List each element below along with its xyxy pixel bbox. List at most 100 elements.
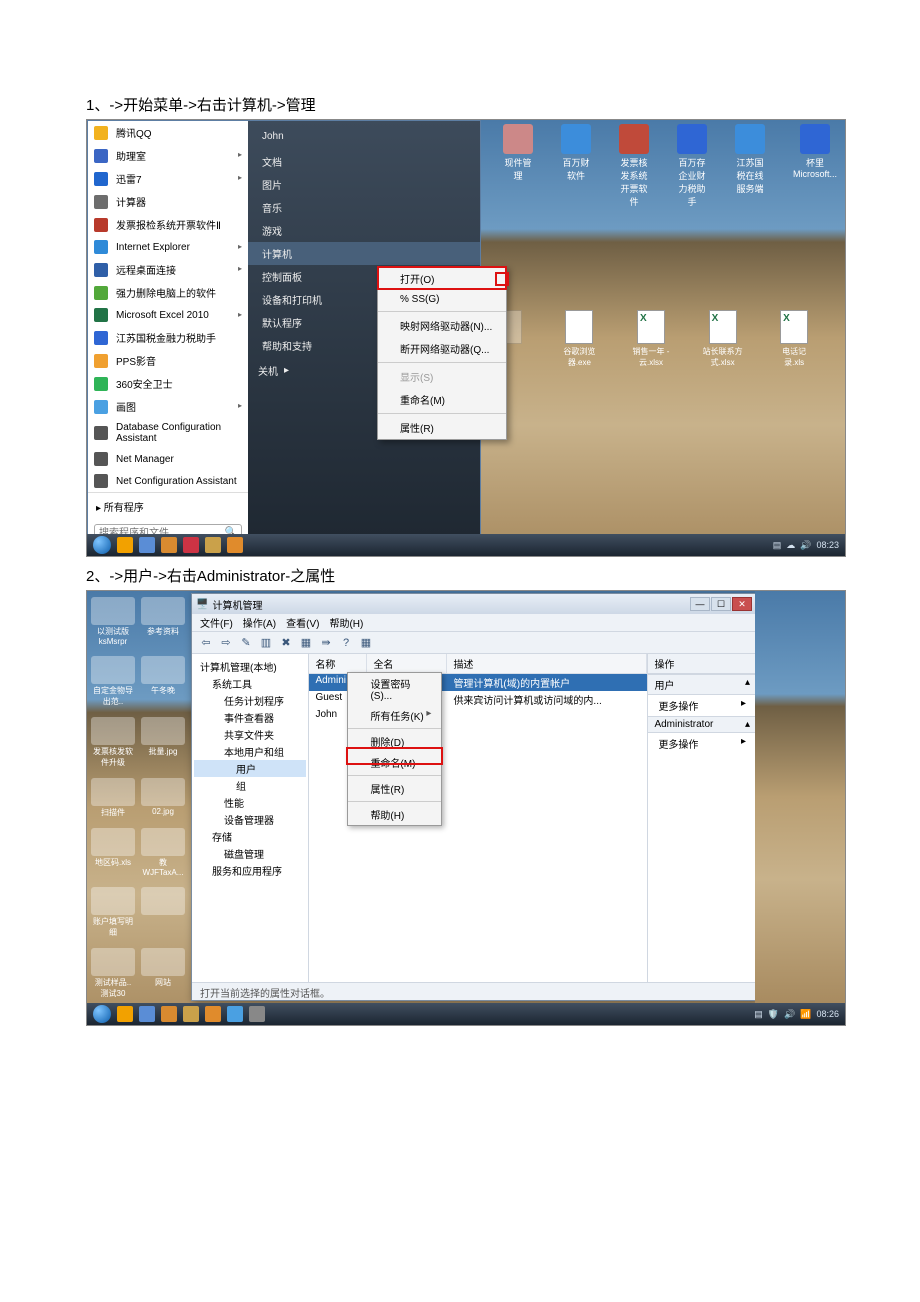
- collapse-icon[interactable]: ▴: [745, 719, 750, 730]
- start-item[interactable]: 助理室▸: [88, 144, 248, 167]
- minimize-button[interactable]: —: [690, 597, 710, 611]
- toolbar-button[interactable]: ▥: [258, 635, 274, 651]
- toolbar-button[interactable]: ⇦: [198, 635, 214, 651]
- tray-icon[interactable]: 🔊: [800, 540, 811, 551]
- context-menu-item[interactable]: 断开网络驱动器(Q...: [378, 337, 506, 360]
- start-right-item[interactable]: 音乐: [248, 196, 480, 219]
- taskbar-icon[interactable]: [183, 537, 199, 553]
- tree-node[interactable]: 本地用户和组: [194, 743, 306, 760]
- taskbar-icon[interactable]: [117, 1006, 133, 1022]
- context-menu-item[interactable]: % SS(G): [378, 290, 506, 309]
- toolbar-button[interactable]: ?: [338, 635, 354, 651]
- tree-node[interactable]: 计算机管理(本地): [194, 658, 306, 675]
- taskbar-icon[interactable]: [139, 537, 155, 553]
- tray-icon[interactable]: 📶: [800, 1009, 811, 1020]
- start-item[interactable]: 腾讯QQ: [88, 121, 248, 144]
- column-header[interactable]: 全名: [367, 654, 447, 673]
- tree-node[interactable]: 性能: [194, 794, 306, 811]
- tray-icon[interactable]: ☁: [786, 540, 795, 551]
- taskbar-icon[interactable]: [227, 1006, 243, 1022]
- shutdown-button[interactable]: 关机: [258, 363, 278, 378]
- tray-clock[interactable]: 08:26: [816, 1009, 839, 1019]
- all-programs[interactable]: ▸ 所有程序: [88, 492, 248, 520]
- start-right-item[interactable]: 图片: [248, 173, 480, 196]
- menu-item[interactable]: 帮助(H): [329, 615, 363, 630]
- desktop-file[interactable]: 站长联系方式.xlsx: [702, 310, 744, 368]
- desktop-icon[interactable]: 参考资料: [141, 597, 185, 646]
- start-right-item[interactable]: 文档: [248, 150, 480, 173]
- tree-node[interactable]: 设备管理器: [194, 811, 306, 828]
- tray-icon[interactable]: ▤: [754, 1009, 763, 1020]
- start-item[interactable]: Database Configuration Assistant: [88, 418, 248, 448]
- start-item[interactable]: 360安全卫士: [88, 372, 248, 395]
- tray-icon[interactable]: ▤: [773, 540, 782, 551]
- desktop-icon[interactable]: 02.jpg: [141, 778, 185, 818]
- toolbar-button[interactable]: ⇛: [318, 635, 334, 651]
- menu-item[interactable]: 操作(A): [243, 615, 276, 630]
- shutdown-arrow-icon[interactable]: ▸: [284, 365, 289, 376]
- taskbar-icon[interactable]: [117, 537, 133, 553]
- desktop-icon[interactable]: 江苏国税在线服务端: [735, 124, 765, 208]
- start-item[interactable]: 发票报检系统开票软件Ⅱ: [88, 213, 248, 236]
- column-header[interactable]: 描述: [447, 654, 647, 673]
- desktop-file[interactable]: 销售一年 - 云.xlsx: [630, 310, 672, 368]
- tree-node[interactable]: 磁盘管理: [194, 845, 306, 862]
- taskbar-icon[interactable]: [205, 537, 221, 553]
- tray-icon[interactable]: 🔊: [784, 1009, 795, 1020]
- start-item[interactable]: 画图▸: [88, 395, 248, 418]
- context-properties-item[interactable]: 属性(R): [348, 778, 441, 799]
- start-item[interactable]: PPS影音: [88, 349, 248, 372]
- close-button[interactable]: ✕: [732, 597, 752, 611]
- taskbar-icon[interactable]: [161, 537, 177, 553]
- desktop-icon[interactable]: 自定金物导出范..: [91, 656, 135, 707]
- desktop-icon[interactable]: 批量.jpg: [141, 717, 185, 768]
- tree-node[interactable]: 组: [194, 777, 306, 794]
- context-menu-item[interactable]: 属性(R): [378, 416, 506, 439]
- tree-node[interactable]: 用户: [194, 760, 306, 777]
- desktop-icon[interactable]: 午冬晚: [141, 656, 185, 707]
- start-item[interactable]: Internet Explorer▸: [88, 236, 248, 258]
- tree-node[interactable]: 事件查看器: [194, 709, 306, 726]
- menu-item[interactable]: 文件(F): [200, 615, 233, 630]
- toolbar-button[interactable]: ✖: [278, 635, 294, 651]
- desktop-file[interactable]: 谷歌浏览器.exe: [559, 310, 601, 368]
- start-orb-icon[interactable]: [93, 1005, 111, 1023]
- desktop-icon[interactable]: 测试样品..测试30: [91, 948, 135, 999]
- context-menu-item[interactable]: 重命名(M): [378, 388, 506, 411]
- desktop-icon[interactable]: 现件管理: [503, 124, 533, 208]
- desktop-icon[interactable]: 杯里 Microsoft...: [793, 124, 837, 208]
- desktop-icon[interactable]: 教WJFTaxA...: [141, 828, 185, 877]
- start-right-item[interactable]: 游戏: [248, 219, 480, 242]
- taskbar-icon[interactable]: [161, 1006, 177, 1022]
- actions-more-2[interactable]: 更多操作: [658, 736, 698, 751]
- tree-node[interactable]: 系统工具: [194, 675, 306, 692]
- menu-item[interactable]: 查看(V): [286, 615, 319, 630]
- collapse-icon[interactable]: ▴: [745, 677, 750, 692]
- tray-clock[interactable]: 08:23: [816, 540, 839, 550]
- start-item[interactable]: 江苏国税金融力税助手: [88, 326, 248, 349]
- tree-node[interactable]: 服务和应用程序: [194, 862, 306, 879]
- desktop-icon[interactable]: [141, 887, 185, 938]
- context-menu-item[interactable]: 显示(S): [378, 365, 506, 388]
- start-item[interactable]: Net Configuration Assistant: [88, 470, 248, 492]
- start-orb-icon[interactable]: [93, 536, 111, 554]
- start-item[interactable]: 迅雷7▸: [88, 167, 248, 190]
- maximize-button[interactable]: ☐: [711, 597, 731, 611]
- nav-tree[interactable]: 计算机管理(本地)系统工具任务计划程序事件查看器共享文件夹本地用户和组用户组性能…: [192, 654, 309, 982]
- actions-more[interactable]: 更多操作: [658, 698, 698, 713]
- tray-icon[interactable]: 🛡️: [768, 1009, 779, 1020]
- desktop-icon[interactable]: 百万存企业财力税助手: [677, 124, 707, 208]
- desktop-icon[interactable]: 账户填写明细: [91, 887, 135, 938]
- taskbar-icon[interactable]: [249, 1006, 265, 1022]
- desktop-icon[interactable]: 以测试版 ksMsrpr: [91, 597, 135, 646]
- taskbar-icon[interactable]: [139, 1006, 155, 1022]
- toolbar-button[interactable]: ▦: [298, 635, 314, 651]
- taskbar-icon[interactable]: [183, 1006, 199, 1022]
- taskbar-icon[interactable]: [227, 537, 243, 553]
- context-menu-item[interactable]: 所有任务(K): [348, 705, 441, 726]
- desktop-file[interactable]: 电话记录.xls: [773, 310, 815, 368]
- tree-node[interactable]: 存储: [194, 828, 306, 845]
- context-menu-item[interactable]: 映射网络驱动器(N)...: [378, 314, 506, 337]
- desktop-icon[interactable]: 百万财软件: [561, 124, 591, 208]
- taskbar-icon[interactable]: [205, 1006, 221, 1022]
